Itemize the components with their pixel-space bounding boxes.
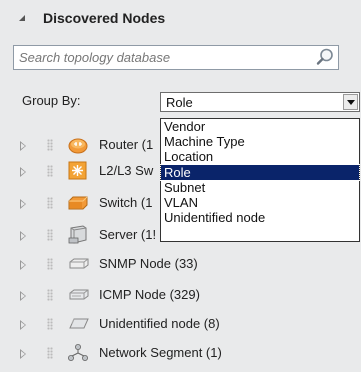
panel-title: Discovered Nodes	[43, 10, 166, 26]
tree-item-network-segment[interactable]: Network Segment (1)	[0, 343, 361, 365]
tree-item-label: Network Segment (1)	[99, 345, 222, 360]
drag-grip-icon[interactable]	[47, 289, 53, 301]
drag-grip-icon[interactable]	[47, 318, 53, 330]
drag-grip-icon[interactable]	[47, 229, 53, 241]
network-segment-icon	[68, 344, 88, 361]
tree-item-label: SNMP Node (33)	[99, 256, 198, 271]
search-box[interactable]	[13, 45, 339, 70]
l2l3-switch-icon	[68, 161, 87, 180]
icmp-node-icon	[69, 289, 89, 300]
group-by-label: Group By:	[22, 93, 81, 108]
search-input[interactable]	[14, 46, 313, 69]
expand-triangle-icon[interactable]	[20, 260, 26, 270]
tree-item-label: Router (1	[99, 137, 154, 152]
router-icon	[68, 138, 88, 154]
group-by-select[interactable]: Role	[160, 92, 360, 112]
group-by-selected-value: Role	[166, 95, 193, 110]
drag-grip-icon[interactable]	[47, 258, 53, 270]
switch-icon	[68, 196, 88, 210]
unidentified-node-icon	[69, 318, 89, 329]
collapse-triangle-icon[interactable]	[19, 15, 25, 21]
tree-item-icmp-node[interactable]: ICMP Node (329)	[0, 285, 361, 307]
dropdown-option-location[interactable]: Location	[161, 149, 359, 164]
expand-triangle-icon[interactable]	[20, 291, 26, 301]
dropdown-option-subnet[interactable]: Subnet	[161, 180, 359, 195]
dropdown-option-unidentified-node[interactable]: Unidentified node	[161, 210, 359, 225]
tree-item-label: L2/L3 Sw	[99, 163, 154, 178]
expand-triangle-icon[interactable]	[20, 349, 26, 359]
tree-item-label: Server (1!	[99, 227, 157, 242]
drag-grip-icon[interactable]	[47, 139, 53, 151]
discovered-nodes-panel: Discovered Nodes Group By: Role Vendor M…	[0, 0, 361, 372]
dropdown-option-machine-type[interactable]: Machine Type	[161, 134, 359, 149]
tree-item-unidentified-node[interactable]: Unidentified node (8)	[0, 314, 361, 336]
server-icon	[68, 225, 87, 244]
dropdown-option-vendor[interactable]: Vendor	[161, 119, 359, 134]
drag-grip-icon[interactable]	[47, 197, 53, 209]
dropdown-option-vlan[interactable]: VLAN	[161, 195, 359, 210]
tree-item-label: Unidentified node (8)	[99, 316, 220, 331]
expand-triangle-icon[interactable]	[20, 199, 26, 209]
group-by-dropdown-list: Vendor Machine Type Location Role Subnet…	[160, 118, 360, 242]
dropdown-option-role[interactable]: Role	[160, 163, 360, 181]
tree-item-snmp-node[interactable]: SNMP Node (33)	[0, 254, 361, 276]
panel-header[interactable]: Discovered Nodes	[0, 0, 361, 38]
tree-item-label: Switch (1	[99, 195, 153, 210]
expand-triangle-icon[interactable]	[20, 167, 26, 177]
chevron-down-icon[interactable]	[343, 94, 358, 110]
search-icon[interactable]	[315, 47, 335, 67]
expand-triangle-icon[interactable]	[20, 231, 26, 241]
snmp-node-icon	[69, 258, 89, 269]
expand-triangle-icon[interactable]	[20, 320, 26, 330]
drag-grip-icon[interactable]	[47, 165, 53, 177]
tree-item-label: ICMP Node (329)	[99, 287, 200, 302]
drag-grip-icon[interactable]	[47, 347, 53, 359]
expand-triangle-icon[interactable]	[20, 141, 26, 151]
